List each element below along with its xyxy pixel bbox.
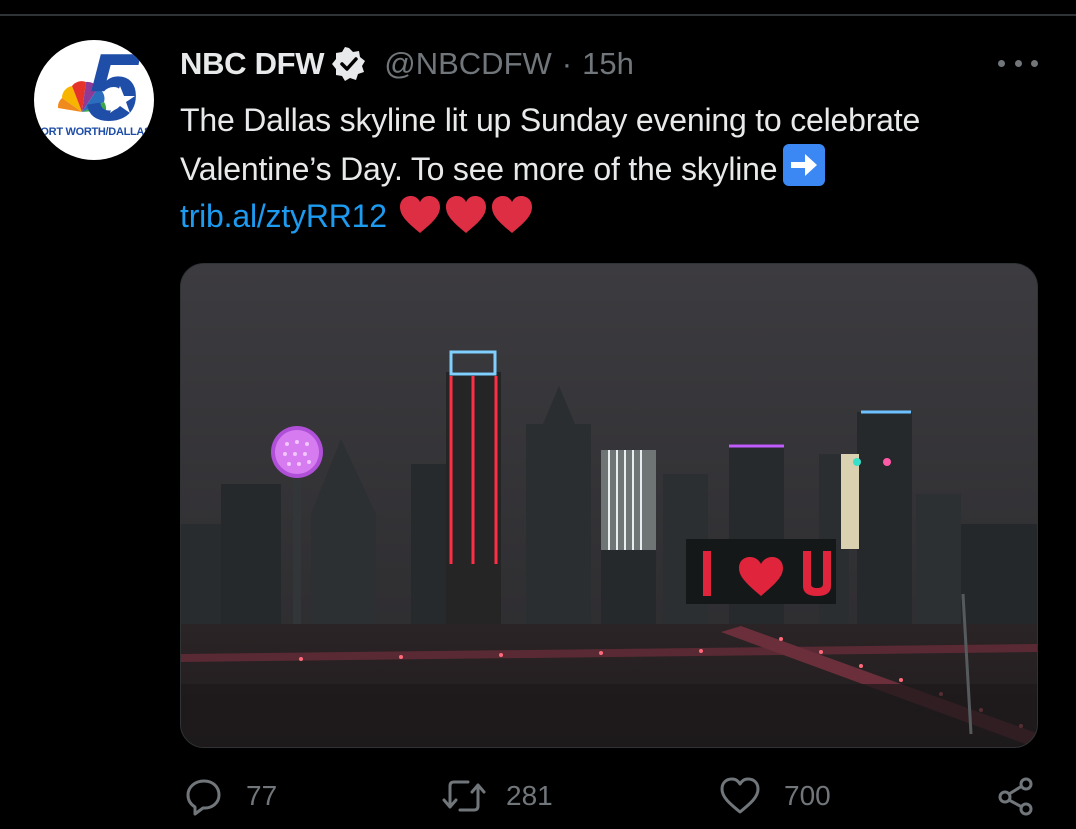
retweet-count: 281 — [506, 780, 553, 811]
action-bar: 77 281 700 — [0, 770, 1076, 822]
like-button[interactable]: 700 — [718, 770, 831, 822]
tweet-text-line2: Valentine’s Day. To see more of the skyl… — [180, 151, 778, 187]
tweet-text-line1: The Dallas skyline lit up Sunday evening… — [180, 102, 921, 138]
tweet-media-image[interactable] — [180, 263, 1038, 748]
share-icon — [998, 777, 1033, 816]
timestamp[interactable]: 15h — [582, 46, 634, 82]
verified-badge-icon — [332, 47, 366, 81]
share-button[interactable] — [996, 770, 1036, 822]
tweet-link[interactable]: trib.al/ztyRR12 — [180, 198, 387, 234]
heart-icon — [720, 777, 760, 814]
tweet-header: NBC DFW @NBCDFW · 15h — [180, 42, 634, 86]
separator-dot: · — [561, 46, 573, 81]
display-name[interactable]: NBC DFW — [180, 46, 325, 82]
more-dot — [998, 59, 1005, 67]
tweet-text: The Dallas skyline lit up Sunday evening… — [180, 96, 1050, 240]
more-dot — [1031, 59, 1038, 67]
red-heart-emoji-icon — [491, 196, 532, 233]
avatar[interactable]: 5 FORT WORTH/DALLAS — [34, 40, 154, 160]
red-heart-emoji-icon — [399, 196, 440, 233]
retweet-icon — [442, 780, 486, 812]
avatar-caption: FORT WORTH/DALLAS — [34, 126, 152, 138]
retweet-button[interactable]: 281 — [440, 770, 553, 822]
tweet-text-line: The Dallas skyline lit up Sunday evening… — [180, 96, 1050, 144]
red-heart-emoji-icon — [445, 196, 486, 233]
tweet-text-line: trib.al/ztyRR12 — [180, 192, 1050, 240]
reply-icon — [186, 779, 221, 816]
more-options-icon[interactable] — [998, 52, 1038, 74]
more-dot — [1014, 59, 1022, 67]
like-count: 700 — [784, 780, 831, 811]
right-arrow-emoji-icon — [783, 144, 826, 186]
handle[interactable]: @NBCDFW — [384, 46, 552, 82]
nbc-5-logo-icon: 5 — [57, 40, 141, 141]
reply-count: 77 — [246, 780, 278, 811]
tweet: 5 FORT WORTH/DALLAS NBC DFW @NBCDFW · 15… — [0, 0, 1076, 829]
tweet-text-line: Valentine’s Day. To see more of the skyl… — [180, 144, 1050, 192]
reply-button[interactable]: 77 — [184, 770, 277, 822]
dallas-skyline-photo — [181, 264, 1037, 747]
